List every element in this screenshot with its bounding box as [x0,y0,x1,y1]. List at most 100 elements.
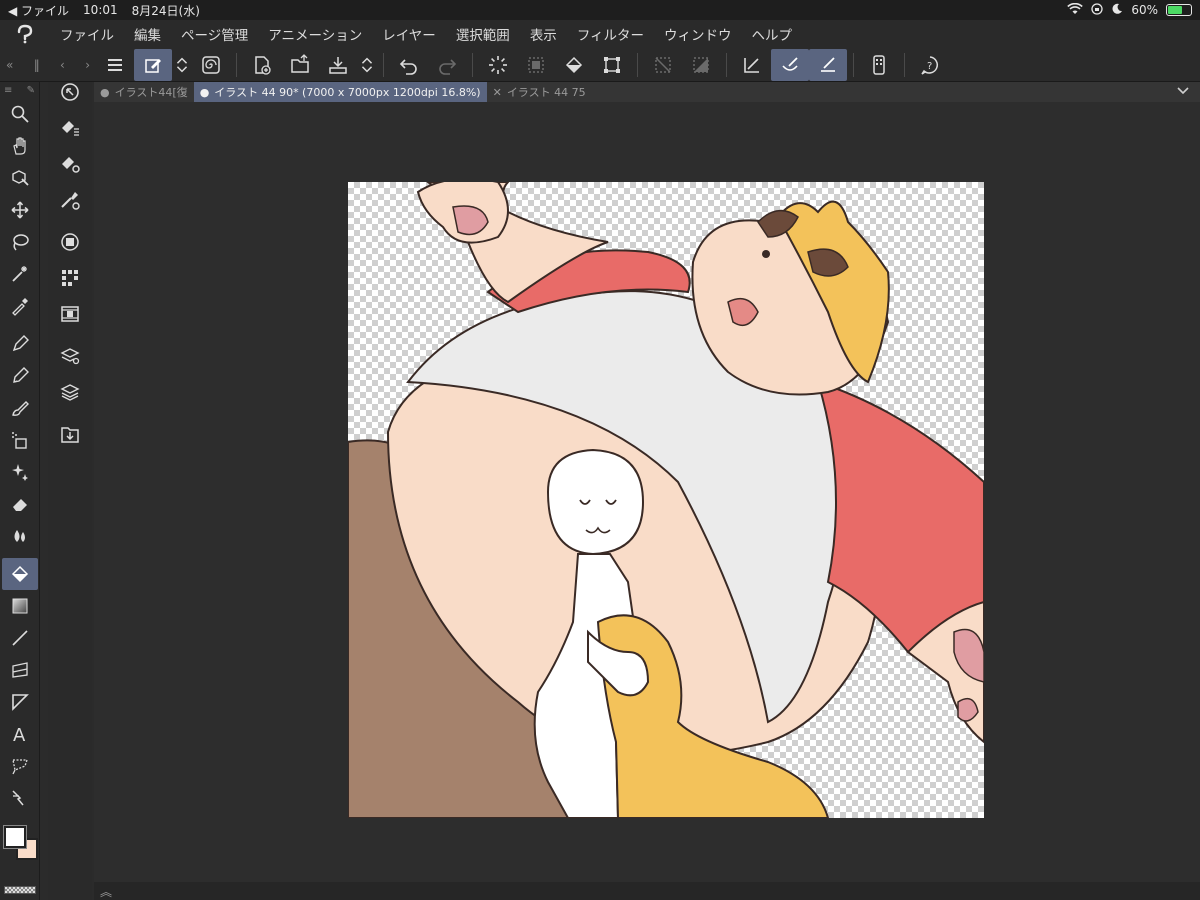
save-icon[interactable] [319,49,357,81]
tab-label: イラスト 44 75 [506,86,586,99]
menu-window[interactable]: ウィンドウ [654,24,742,44]
toolbar-divider [637,52,638,77]
balloon-tool-icon[interactable] [2,750,38,782]
brush-tool-icon[interactable] [2,392,38,424]
toolbar-divider [383,52,384,77]
tab-close-icon[interactable]: ✕ [493,86,502,99]
fill-icon[interactable] [555,49,593,81]
undo-icon[interactable] [390,49,428,81]
magic-wand-tool-icon[interactable] [2,258,38,290]
brush-settings-icon[interactable] [48,182,92,218]
menu-selection[interactable]: 選択範囲 [446,24,520,44]
lasso-tool-icon[interactable] [2,226,38,258]
frame-tool-icon[interactable] [2,654,38,686]
loading-icon[interactable] [479,49,517,81]
menu-help[interactable]: ヘルプ [742,24,803,44]
toolbar-divider [236,52,237,77]
zoom-tool-icon[interactable] [2,98,38,130]
pen-snap-icon[interactable] [809,48,847,81]
palette-menu-icon[interactable]: ≡ [4,85,12,96]
transform-icon[interactable] [593,49,631,81]
menu-layer[interactable]: レイヤー [372,24,446,44]
device-icon[interactable] [860,49,898,81]
layers-icon[interactable] [48,374,92,410]
chevron-right-icon[interactable]: › [85,58,90,72]
menu-page-management[interactable]: ページ管理 [171,24,258,44]
spiral-icon[interactable] [192,49,230,81]
redo-icon[interactable] [428,49,466,81]
color-circle-icon[interactable] [48,224,92,260]
tab-document-2[interactable]: ● イラスト 44 90* (7000 x 7000px 1200dpi 16.… [193,82,487,102]
panel-collapse-controls: « ‖ ‹ › [0,58,96,72]
fill-gear-icon[interactable] [48,146,92,182]
menu-view[interactable]: 表示 [520,24,567,44]
eye [762,250,770,258]
menu-icon[interactable] [96,49,134,81]
fill-settings-icon[interactable] [48,110,92,146]
main-color-swatch[interactable] [3,825,27,849]
status-time: 10:01 [83,3,118,17]
eraser-tool-icon[interactable] [2,488,38,520]
new-file-icon[interactable] [243,49,281,81]
toolbar-divider [472,52,473,77]
toolbar-divider [853,52,854,77]
wifi-icon [1067,2,1084,18]
drawing-canvas[interactable] [348,182,984,818]
invert-selection-icon[interactable] [682,49,720,81]
navigator-icon[interactable] [48,74,92,110]
decoration-tool-icon[interactable] [2,456,38,488]
tab-document-1[interactable]: ● イラスト44[復 [94,82,194,102]
text-tool-icon[interactable]: A [2,718,38,750]
material-download-icon[interactable] [48,416,92,452]
menu-edit[interactable]: 編集 [124,24,171,44]
menu-bar: ファイル 編集 ページ管理 アニメーション レイヤー 選択範囲 表示 フィルター… [0,20,1200,48]
menu-animation[interactable]: アニメーション [258,24,372,44]
chevron-left-icon[interactable]: ‹ [60,58,65,72]
tabs-dropdown-icon[interactable] [1176,86,1200,99]
chevron-updown-icon[interactable] [172,49,192,81]
layer-property-icon[interactable] [48,338,92,374]
move-tool-icon[interactable] [2,194,38,226]
hand-tool-icon[interactable] [2,130,38,162]
tool-palette: ≡ ✎ A [0,82,40,900]
color-set-icon[interactable] [48,260,92,296]
menu-file[interactable]: ファイル [50,24,124,44]
line-tool-icon[interactable] [2,622,38,654]
sub-tool-palette [48,82,92,900]
expand-panel-icon[interactable]: ︽ [100,883,112,900]
object-tool-icon[interactable] [2,162,38,194]
gradient-tool-icon[interactable] [2,590,38,622]
ruler-tool-icon[interactable] [2,686,38,718]
fill-tool-icon[interactable] [2,558,38,590]
transparent-color-swatch[interactable] [4,886,36,894]
eyedropper-tool-icon[interactable] [2,290,38,322]
pen-tool-icon[interactable] [2,328,38,360]
canvas-workspace[interactable] [94,102,1200,882]
palette-pen-icon[interactable]: ✎ [27,85,35,96]
illustration [348,182,984,818]
tab-document-3[interactable]: ✕ イラスト 44 75 [487,82,592,102]
clear-selection-icon[interactable] [644,49,682,81]
save-options-icon[interactable] [357,49,377,81]
tab-label: イラスト 44 90* (7000 x 7000px 1200dpi 16.8%… [214,86,481,99]
app-logo-icon[interactable] [0,24,50,44]
toolbar-divider [726,52,727,77]
timeline-icon[interactable] [48,296,92,332]
help-icon[interactable]: ? [911,49,949,81]
menu-filter[interactable]: フィルター [567,24,654,44]
brush-snap-icon[interactable] [771,48,809,81]
pencil-tool-icon[interactable] [2,360,38,392]
divider-handle-icon[interactable]: ‖ [34,58,40,72]
blend-tool-icon[interactable] [2,520,38,552]
edit-canvas-icon[interactable] [134,48,172,81]
collapse-left-icon[interactable]: « [6,58,13,72]
correct-line-tool-icon[interactable] [2,782,38,814]
battery-fill [1168,6,1183,14]
bottom-bar: ︽ [94,882,1200,900]
ruler-icon[interactable] [733,49,771,81]
open-folder-icon[interactable] [281,49,319,81]
status-date: 8月24日(水) [131,3,200,18]
select-all-icon[interactable] [517,49,555,81]
airbrush-tool-icon[interactable] [2,424,38,456]
back-to-files-link[interactable]: ◀ ファイル [8,2,69,19]
